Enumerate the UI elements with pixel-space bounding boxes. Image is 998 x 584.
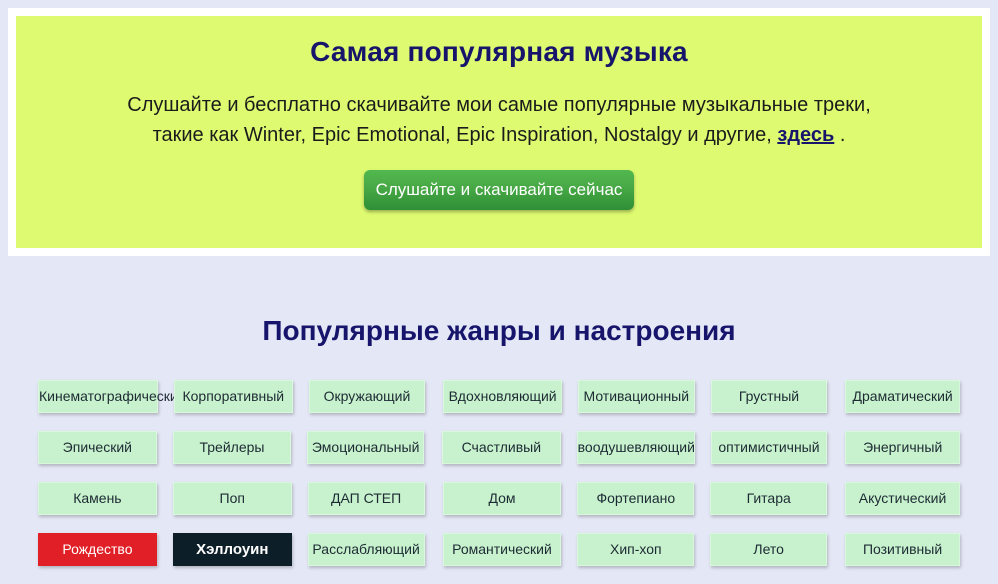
genre-tag[interactable]: Хэллоуин [172,533,292,566]
genre-tag[interactable]: Лето [710,533,828,566]
genre-tag[interactable]: Мотивационный [577,380,695,413]
genre-tag[interactable]: Романтический [442,533,562,566]
genre-tag[interactable]: оптимистичный [710,431,828,464]
genre-tag[interactable]: Кинематографический [38,380,186,413]
promo-panel: Самая популярная музыка Слушайте и беспл… [8,8,990,256]
genre-tag[interactable]: Вдохновляющий [443,380,562,413]
genre-tag[interactable]: Рождество [38,533,157,566]
page-title: Самая популярная музыка [310,36,688,67]
genre-tag[interactable]: Энергичный [845,431,961,464]
here-link[interactable]: здесь [777,124,834,146]
genre-tag[interactable]: воодушевляющий [576,431,695,464]
genres-section: Популярные жанры и настроения Кинематогр… [0,256,998,570]
listen-and-download-button[interactable]: Слушайте и скачивайте сейчас [364,170,634,210]
promo-description: Слушайте и бесплатно скачивайте мои самы… [99,90,899,150]
genre-tag-row: Эпический Трейлеры Эмоциональный Счастливый… [38,431,961,482]
genre-tag[interactable]: Трейлеры [172,431,292,464]
genre-tag[interactable]: Расслабляющий [307,533,425,566]
genre-tag[interactable]: Позитивный [845,533,960,566]
genre-tag-row: Кинематографический Корпоративный Окружающ… [38,380,960,431]
genre-tag-grid: Кинематографический Корпоративный Окружающ… [38,380,961,584]
genre-tag[interactable]: ДАП СТЕП [307,482,425,515]
promo-panel-inner: Самая популярная музыка Слушайте и беспл… [16,16,982,248]
promo-cta-container: Слушайте и скачивайте сейчас [16,170,982,212]
genre-tag[interactable]: Грустный [710,380,828,413]
genre-tag[interactable]: Окружающий [308,380,426,413]
genre-tag[interactable]: Корпоративный [174,380,293,413]
genre-tag[interactable]: Эмоциональный [307,431,424,464]
genre-tag[interactable]: Поп [172,482,292,515]
genre-tag-row: Рождество Хэллоуин Расслабляющий Романтичес… [38,533,960,584]
genre-tag[interactable]: Счастливый [441,431,561,464]
genre-tag[interactable]: Дом [442,482,562,515]
genres-title: Популярные жанры и настроения [262,315,736,346]
genre-tag[interactable]: Эпический [38,431,157,464]
promo-description-text-1: Слушайте и бесплатно скачивайте мои самы… [127,94,871,146]
genre-tag[interactable]: Драматический [845,380,960,413]
genre-tag[interactable]: Камень [38,482,157,515]
genre-tag-row: Камень Поп ДАП СТЕП Дом Фортепиано Гитара Акус… [38,482,960,533]
genre-tag[interactable]: Гитара [710,482,828,515]
genre-tag[interactable]: Акустический [845,482,960,515]
genre-tag[interactable]: Фортепиано [577,482,695,515]
promo-description-text-2: . [834,124,846,146]
genre-tag[interactable]: Хип-хоп [577,533,695,566]
